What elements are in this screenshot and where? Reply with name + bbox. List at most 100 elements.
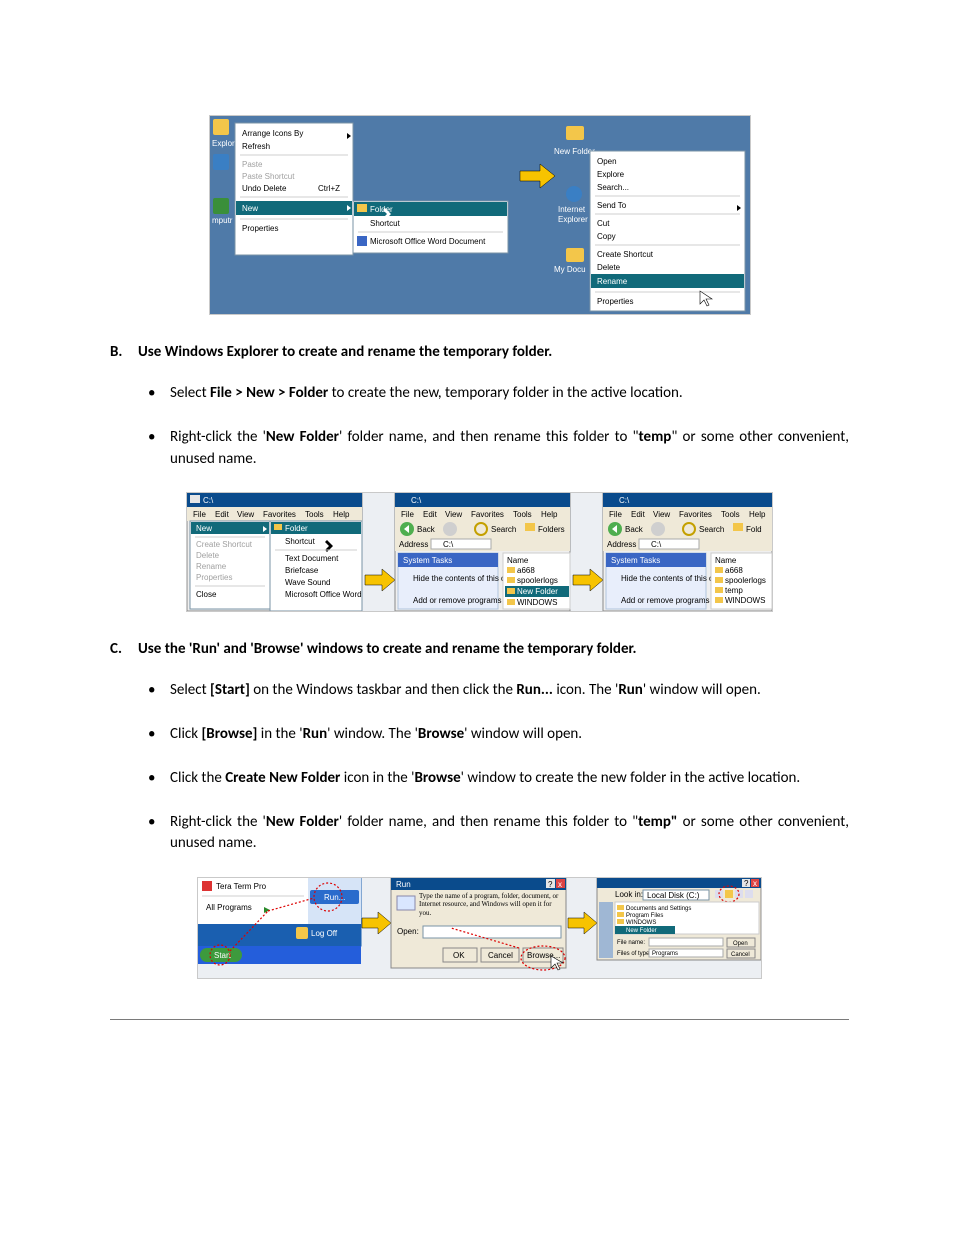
- svg-text:Documents and Settings: Documents and Settings: [626, 906, 691, 912]
- svg-text:Edit: Edit: [423, 510, 438, 519]
- svg-text:Program Files: Program Files: [626, 913, 663, 919]
- svg-text:Help: Help: [333, 510, 350, 519]
- svg-text:System Tasks: System Tasks: [403, 556, 452, 565]
- section-b-title: Use Windows Explorer to create and renam…: [138, 343, 552, 361]
- section-c-step-2: Click [Browse] in the 'Run' window. The …: [170, 724, 849, 746]
- svg-text:Shortcut: Shortcut: [370, 219, 401, 228]
- svg-text:a668: a668: [517, 566, 535, 575]
- svg-text:Back: Back: [417, 525, 436, 534]
- section-b-letter: B.: [110, 343, 138, 361]
- svg-text:OK: OK: [453, 951, 465, 960]
- svg-text:?: ?: [744, 879, 749, 888]
- svg-text:a668: a668: [725, 566, 743, 575]
- svg-text:Search: Search: [491, 525, 516, 534]
- svg-text:Open:: Open:: [397, 927, 419, 936]
- svg-text:Internet: Internet: [558, 205, 586, 214]
- svg-text:C:\: C:\: [651, 540, 662, 549]
- svg-text:WINDOWS: WINDOWS: [517, 598, 557, 607]
- svg-text:Copy: Copy: [597, 232, 616, 241]
- svg-text:File: File: [193, 510, 206, 519]
- svg-text:Edit: Edit: [631, 510, 646, 519]
- svg-text:Ctrl+Z: Ctrl+Z: [318, 184, 340, 193]
- svg-text:New Folder: New Folder: [517, 587, 558, 596]
- svg-text:WINDOWS: WINDOWS: [626, 920, 656, 926]
- svg-text:New: New: [242, 204, 258, 213]
- svg-text:Run: Run: [396, 880, 411, 889]
- svg-text:Refresh: Refresh: [242, 142, 270, 151]
- svg-text:My Docu: My Docu: [554, 265, 586, 274]
- svg-text:Tera Term Pro: Tera Term Pro: [216, 882, 267, 891]
- svg-text:Favorites: Favorites: [679, 510, 712, 519]
- svg-text:Back: Back: [625, 525, 644, 534]
- svg-text:Create Shortcut: Create Shortcut: [196, 540, 253, 549]
- svg-text:Explorer: Explorer: [558, 215, 588, 224]
- svg-text:Name: Name: [507, 556, 529, 565]
- svg-text:View: View: [653, 510, 670, 519]
- svg-text:File: File: [401, 510, 414, 519]
- svg-text:Favorites: Favorites: [471, 510, 504, 519]
- svg-text:x: x: [558, 880, 562, 889]
- svg-text:temp: temp: [725, 586, 743, 595]
- svg-text:Shortcut: Shortcut: [285, 537, 316, 546]
- svg-text:Programs: Programs: [652, 951, 678, 957]
- svg-text:Briefcase: Briefcase: [285, 566, 319, 575]
- figure-desktop-context-menu: Explorer mputr Arrange Icons By Refresh …: [209, 115, 751, 315]
- svg-text:Rename: Rename: [196, 562, 227, 571]
- svg-text:Edit: Edit: [215, 510, 230, 519]
- svg-text:Help: Help: [749, 510, 766, 519]
- svg-text:Open: Open: [733, 941, 748, 947]
- svg-text:Address: Address: [399, 540, 428, 549]
- svg-text:Close: Close: [196, 590, 217, 599]
- svg-text:Log Off: Log Off: [311, 929, 338, 938]
- svg-text:Microsoft Office Word Document: Microsoft Office Word Document: [370, 237, 486, 246]
- svg-text:Properties: Properties: [597, 297, 633, 306]
- svg-text:System Tasks: System Tasks: [611, 556, 660, 565]
- svg-text:Create Shortcut: Create Shortcut: [597, 250, 654, 259]
- svg-text:View: View: [237, 510, 254, 519]
- svg-text:C:\: C:\: [411, 496, 422, 505]
- svg-text:Start: Start: [214, 951, 232, 960]
- svg-text:Delete: Delete: [196, 551, 220, 560]
- svg-text:Wave Sound: Wave Sound: [285, 578, 331, 587]
- section-b-step-1: Select File > New > Folder to create the…: [170, 383, 849, 405]
- svg-text:New: New: [196, 524, 212, 533]
- svg-text:Tools: Tools: [721, 510, 740, 519]
- svg-text:File name:: File name:: [617, 940, 645, 946]
- svg-text:Folder: Folder: [285, 524, 308, 533]
- svg-text:Look in:: Look in:: [615, 890, 643, 899]
- svg-text:Delete: Delete: [597, 263, 621, 272]
- section-c-title: Use the 'Run' and 'Browse' windows to cr…: [138, 640, 637, 658]
- svg-text:Files of type:: Files of type:: [617, 951, 651, 957]
- svg-text:File: File: [609, 510, 622, 519]
- svg-text:C:\: C:\: [619, 496, 630, 505]
- svg-text:Properties: Properties: [196, 573, 232, 582]
- svg-text:Explore: Explore: [597, 170, 625, 179]
- svg-text:Paste Shortcut: Paste Shortcut: [242, 172, 295, 181]
- svg-text:All Programs: All Programs: [206, 903, 252, 912]
- svg-text:Local Disk (C:): Local Disk (C:): [647, 891, 700, 900]
- svg-text:New Folder: New Folder: [626, 928, 657, 934]
- section-c-step-3: Click the Create New Folder icon in the …: [170, 768, 849, 790]
- svg-text:Add or remove programs: Add or remove programs: [413, 596, 501, 605]
- svg-text:Cut: Cut: [597, 219, 610, 228]
- section-c-heading: C. Use the 'Run' and 'Browse' windows to…: [110, 640, 849, 658]
- section-b-step-2: Right-click the 'New Folder' folder name…: [170, 427, 849, 471]
- svg-text:x: x: [753, 879, 757, 888]
- svg-text:Tools: Tools: [513, 510, 532, 519]
- svg-text:Help: Help: [541, 510, 558, 519]
- svg-text:spoolerlogs: spoolerlogs: [517, 576, 558, 585]
- svg-text:Name: Name: [715, 556, 737, 565]
- svg-text:Cancel: Cancel: [488, 951, 513, 960]
- section-c-steps: Select [Start] on the Windows taskbar an…: [110, 680, 849, 855]
- svg-text:Favorites: Favorites: [263, 510, 296, 519]
- svg-text:Tools: Tools: [305, 510, 324, 519]
- footer-rule: [110, 1019, 849, 1020]
- svg-text:Properties: Properties: [242, 224, 278, 233]
- svg-text:C:\: C:\: [203, 496, 214, 505]
- section-c-letter: C.: [110, 640, 138, 658]
- section-b-heading: B. Use Windows Explorer to create and re…: [110, 343, 849, 361]
- svg-text:Add or remove programs: Add or remove programs: [621, 596, 709, 605]
- svg-text:Rename: Rename: [597, 277, 628, 286]
- svg-text:Cancel: Cancel: [731, 952, 750, 958]
- svg-text:Search...: Search...: [597, 183, 629, 192]
